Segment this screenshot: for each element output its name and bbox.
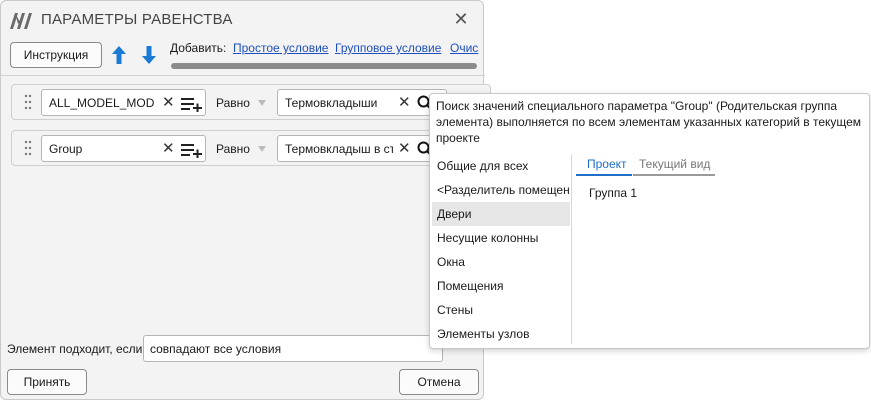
category-item[interactable]: Помещения [432,274,570,298]
parameter-value: ALL_MODEL_MODEL [49,96,155,110]
condition-row: ALL_MODEL_MODEL ✕ Равно Термовкладыши ✕ [11,84,491,120]
tab-project[interactable]: Проект [587,157,627,171]
active-tab-underline [576,174,632,176]
popup-description: Поиск значений специального параметра "G… [436,99,862,145]
clear-link[interactable]: Очис [450,41,480,55]
toolbar-scrollbar[interactable] [171,63,477,69]
cancel-button[interactable]: Отмена [399,369,479,395]
category-item[interactable]: Окна [432,250,570,274]
value-field[interactable]: Термовкладыши ✕ [277,89,447,116]
category-list: Общие для всех <Разделитель помещений> Д… [432,154,572,344]
category-item[interactable]: <Разделитель помещений> [432,178,570,202]
tab-current-view[interactable]: Текущий вид [639,157,710,171]
category-item[interactable]: Общие для всех [432,154,570,178]
list-add-icon[interactable] [181,96,203,112]
accept-button[interactable]: Принять [7,369,87,395]
drag-handle-icon[interactable] [23,93,33,111]
operator-select[interactable]: Равно [216,96,250,110]
add-simple-condition-link[interactable]: Простое условие [233,41,328,55]
match-label: Элемент подходит, если [7,342,143,356]
match-mode-value: совпадают все условия [150,342,282,356]
category-item[interactable]: Элементы узлов [432,322,570,346]
drag-handle-icon[interactable] [23,139,33,157]
value-search-popup: Поиск значений специального параметра "G… [429,93,870,349]
clear-parameter-icon[interactable]: ✕ [162,95,175,111]
move-up-arrow-icon[interactable] [111,45,127,65]
chevron-down-icon[interactable] [258,100,266,106]
parameter-value: Group [49,142,83,156]
category-separator [571,154,572,344]
app-logo-icon [10,13,32,29]
tab-underline [633,174,715,176]
dialog-title: ПАРАМЕТРЫ РАВЕНСТВА [41,11,233,28]
toolbar-divider [1,75,485,76]
clear-value-icon[interactable]: ✕ [398,141,411,157]
close-icon[interactable]: ✕ [451,9,471,29]
clear-value-icon[interactable]: ✕ [398,95,411,111]
category-item-selected[interactable]: Двери [432,202,570,226]
category-item[interactable]: Стены [432,298,570,322]
value-field[interactable]: Термовкладыш в ст ✕ [277,135,447,162]
parameter-field[interactable]: ALL_MODEL_MODEL ✕ [41,89,206,116]
match-mode-select[interactable]: совпадают все условия [143,335,443,362]
value-text: Термовкладыши [285,96,378,110]
operator-select[interactable]: Равно [216,142,250,156]
add-group-condition-link[interactable]: Групповое условие [335,41,441,55]
condition-row: Group ✕ Равно Термовкладыш в ст ✕ [11,130,491,166]
parameters-dialog: ПАРАМЕТРЫ РАВЕНСТВА ✕ Инструкция Добавит… [0,0,491,400]
value-list-item[interactable]: Группа 1 [589,186,637,200]
add-label: Добавить: [170,41,227,55]
list-add-icon[interactable] [181,142,203,158]
clear-parameter-icon[interactable]: ✕ [162,141,175,157]
title-bar: ПАРАМЕТРЫ РАВЕНСТВА ✕ [1,1,485,39]
value-text: Термовкладыш в ст [285,142,393,156]
parameter-field[interactable]: Group ✕ [41,135,206,162]
move-down-arrow-icon[interactable] [141,45,157,65]
instruction-button[interactable]: Инструкция [10,42,102,68]
category-item[interactable]: Несущие колонны [432,226,570,250]
chevron-down-icon[interactable] [258,146,266,152]
